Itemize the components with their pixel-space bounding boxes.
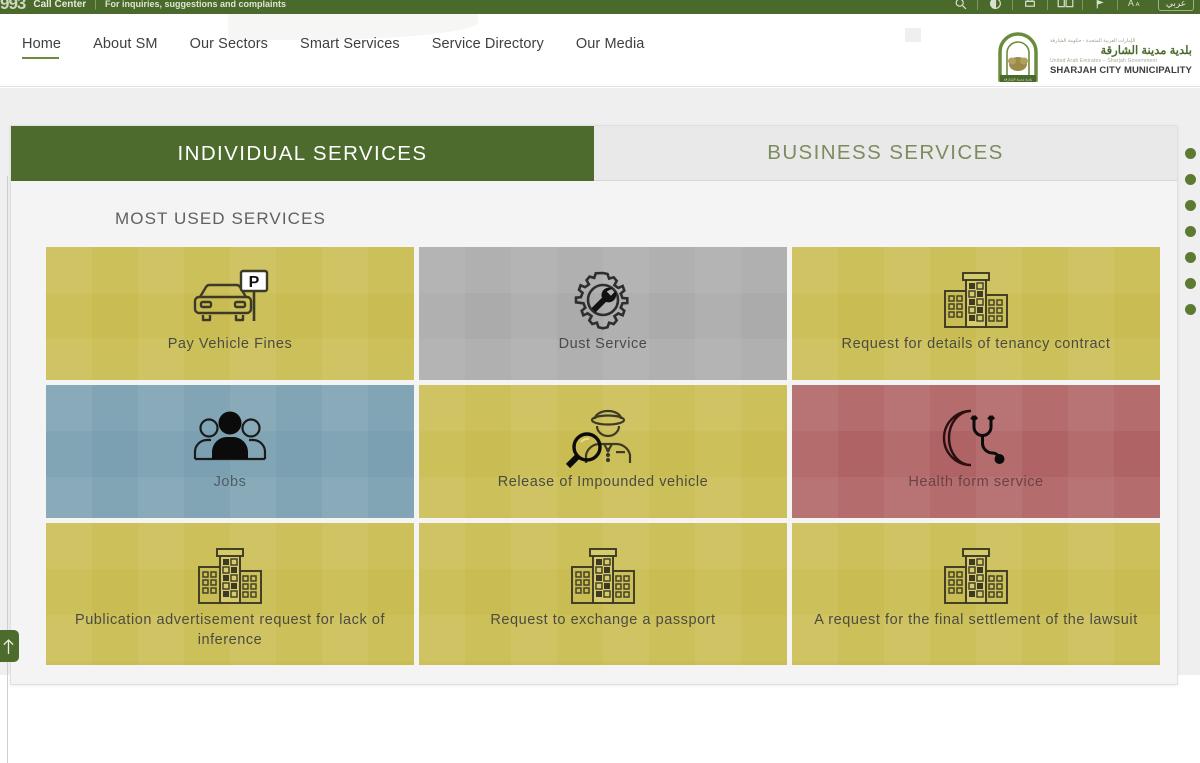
topbar-divider: |	[94, 0, 98, 10]
service-tile-label: Publication advertisement request for la…	[74, 612, 386, 648]
service-tile-label: Dust Service	[558, 336, 648, 352]
search-icon[interactable]	[943, 0, 977, 13]
site-header: Home About SM Our Sectors Smart Services…	[0, 14, 1200, 87]
page-body: INDIVIDUAL SERVICES BUSINESS SERVICES MO…	[0, 88, 1200, 763]
language-switch-button[interactable]: عربي	[1158, 0, 1194, 11]
keyboard-icon[interactable]	[1048, 0, 1082, 13]
nav-item-our-media[interactable]: Our Media	[576, 36, 645, 59]
service-tile-label: Release of Impounded vehicle	[497, 474, 709, 490]
municipality-logo[interactable]: بلدية مدينة الشارقة الإمارات العربية الم…	[993, 32, 1192, 84]
svg-text:A: A	[1128, 0, 1134, 8]
utility-topbar: 993 Call Center | For inquiries, suggest…	[0, 0, 1200, 14]
people-group-icon	[192, 405, 268, 471]
service-tile-jobs[interactable]: Jobs	[46, 385, 414, 518]
arrow-up-icon	[2, 638, 15, 655]
svg-text:بلدية مدينة الشارقة: بلدية مدينة الشارقة	[1004, 76, 1033, 81]
municipality-crest-icon: بلدية مدينة الشارقة	[993, 32, 1043, 84]
logo-arabic-title: بلدية مدينة الشارقة	[1100, 45, 1192, 58]
page-dot-3[interactable]	[1185, 200, 1196, 211]
page-dot-5[interactable]	[1185, 252, 1196, 263]
logo-english-title: SHARJAH CITY MUNICIPALITY	[1049, 65, 1192, 77]
page-dot-6[interactable]	[1185, 278, 1196, 289]
scroll-to-top-button[interactable]	[0, 630, 19, 662]
call-center-label: Call Center	[33, 0, 87, 10]
service-tile-publication-advertisement[interactable]: Publication advertisement request for la…	[46, 523, 414, 665]
services-grid: P Pay Vehicle Fines Dust Service Request…	[46, 247, 1177, 665]
page-dot-2[interactable]	[1185, 174, 1196, 185]
services-tabs: INDIVIDUAL SERVICES BUSINESS SERVICES	[11, 126, 1177, 181]
police-officer-magnifier-icon	[566, 405, 640, 471]
main-navigation: Home About SM Our Sectors Smart Services…	[22, 36, 644, 59]
svg-text:A: A	[1136, 2, 1140, 8]
page-dot-7[interactable]	[1185, 304, 1196, 315]
service-tile-label: Pay Vehicle Fines	[167, 336, 293, 352]
crescent-stethoscope-icon	[940, 405, 1012, 471]
topbar-tagline: For inquiries, suggestions and complaint…	[105, 0, 287, 9]
logo-english-subtitle: United Arab Emirates – Sharjah Governmen…	[1049, 58, 1158, 65]
page-dot-1[interactable]	[1185, 148, 1196, 159]
logo-arabic-subtitle: الإمارات العربية المتحدة - حكومة الشارقة	[1049, 38, 1136, 45]
topbar-brand-group: 993 Call Center | For inquiries, suggest…	[0, 0, 286, 14]
services-card: INDIVIDUAL SERVICES BUSINESS SERVICES MO…	[10, 125, 1178, 685]
building-icon	[195, 543, 265, 609]
page-dots-navigation	[1185, 148, 1196, 315]
header-notch-decoration	[905, 28, 921, 42]
nav-item-smart-services[interactable]: Smart Services	[300, 36, 400, 59]
call-center-logo-icon: 993	[0, 0, 26, 13]
print-icon[interactable]	[1013, 0, 1047, 13]
service-tile-label: Request to exchange a passport	[490, 612, 716, 628]
topbar-tools: A A عربي	[943, 0, 1194, 13]
contrast-icon[interactable]	[978, 0, 1012, 13]
service-tile-label: Jobs	[213, 474, 247, 490]
service-tile-exchange-passport[interactable]: Request to exchange a passport	[419, 523, 787, 665]
nav-item-home[interactable]: Home	[22, 36, 61, 59]
tab-business-services[interactable]: BUSINESS SERVICES	[594, 126, 1177, 181]
building-icon	[568, 543, 638, 609]
service-tile-health-form-service[interactable]: Health form service	[792, 385, 1160, 518]
service-tile-label: Health form service	[908, 474, 1044, 490]
page-dot-4[interactable]	[1185, 226, 1196, 237]
service-tile-tenancy-contract[interactable]: Request for details of tenancy contract	[792, 247, 1160, 380]
service-tile-pay-vehicle-fines[interactable]: P Pay Vehicle Fines	[46, 247, 414, 380]
section-title-most-used-services: MOST USED SERVICES	[115, 209, 326, 228]
service-tile-final-settlement-lawsuit[interactable]: A request for the final settlement of th…	[792, 523, 1160, 665]
nav-item-service-directory[interactable]: Service Directory	[432, 36, 544, 59]
flag-icon[interactable]	[1083, 0, 1117, 13]
municipality-logo-text: الإمارات العربية المتحدة - حكومة الشارقة…	[1050, 39, 1192, 77]
car-parking-sign-icon: P	[191, 267, 269, 333]
gear-wrench-icon	[573, 267, 633, 333]
service-tile-dust-service[interactable]: Dust Service	[419, 247, 787, 380]
text-size-icon[interactable]: A A	[1118, 0, 1152, 13]
nav-item-about-sm[interactable]: About SM	[93, 36, 157, 59]
building-icon	[941, 543, 1011, 609]
service-tile-label: Request for details of tenancy contract	[841, 336, 1111, 352]
tab-individual-services[interactable]: INDIVIDUAL SERVICES	[11, 126, 594, 181]
service-tile-label: A request for the final settlement of th…	[814, 612, 1138, 628]
building-icon	[941, 267, 1011, 333]
service-tile-release-impounded-vehicle[interactable]: Release of Impounded vehicle	[419, 385, 787, 518]
svg-text:P: P	[249, 274, 260, 291]
nav-item-our-sectors[interactable]: Our Sectors	[190, 36, 268, 59]
